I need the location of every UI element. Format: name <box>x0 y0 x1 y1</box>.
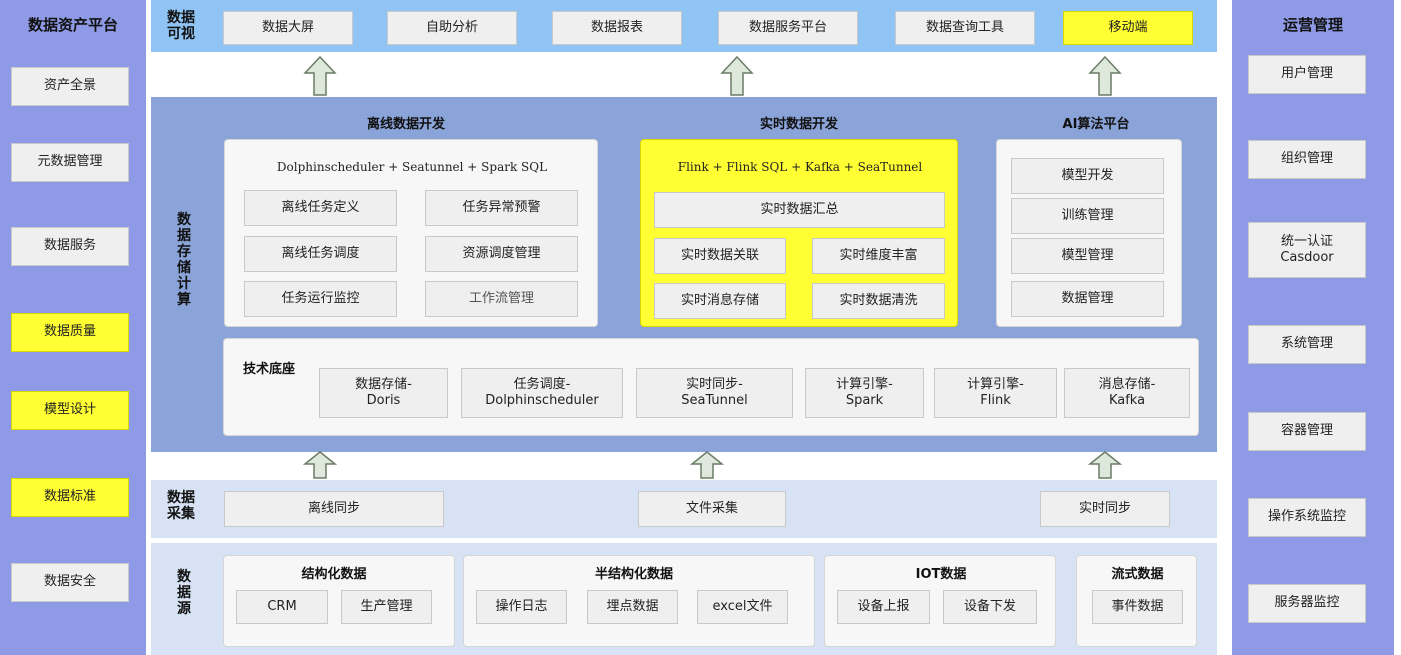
source-item-excel[interactable]: excel文件 <box>697 590 788 624</box>
source-label: 数 据 源 <box>177 569 191 618</box>
source-group-title: 半结构化数据 <box>594 567 673 582</box>
offline-stack: Dolphinscheduler + Seatunnel + Spark SQL <box>276 160 548 174</box>
base-item-spark[interactable]: 计算引擎- Spark <box>805 368 924 418</box>
left-item-data-security[interactable]: 数据安全 <box>11 563 129 602</box>
realtime-item-summary[interactable]: 实时数据汇总 <box>654 192 945 228</box>
realtime-item-clean[interactable]: 实时数据清洗 <box>812 283 945 319</box>
ai-item-model-dev[interactable]: 模型开发 <box>1011 158 1164 194</box>
source-item-device-dispatch[interactable]: 设备下发 <box>943 590 1037 624</box>
arrow-up-icon <box>690 451 724 479</box>
arrow-up-icon <box>303 451 337 479</box>
realtime-panel: Flink + Flink SQL + Kafka + SeaTunnel 实时… <box>640 139 958 327</box>
tech-base-title: 技术底座 <box>242 362 295 377</box>
source-item-oplog[interactable]: 操作日志 <box>476 590 567 624</box>
right-item-os-monitor[interactable]: 操作系统监控 <box>1248 498 1366 537</box>
base-item-kafka[interactable]: 消息存储- Kafka <box>1064 368 1190 418</box>
base-item-flink[interactable]: 计算引擎- Flink <box>934 368 1057 418</box>
collect-label: 数据 采集 <box>167 490 195 523</box>
storage-label: 数 据 存 储 计 算 <box>177 212 191 309</box>
realtime-stack: Flink + Flink SQL + Kafka + SeaTunnel <box>677 160 923 174</box>
arrow-up-icon <box>720 55 754 96</box>
source-group-title: 结构化数据 <box>301 567 367 582</box>
source-group-stream: 流式数据 事件数据 <box>1076 555 1197 647</box>
right-panel: 运营管理 用户管理 组织管理 统一认证 Casdoor 系统管理 容器管理 操作… <box>1232 0 1394 655</box>
source-group-semistructured: 半结构化数据 操作日志 埋点数据 excel文件 <box>463 555 815 647</box>
source-item-production[interactable]: 生产管理 <box>341 590 432 624</box>
ai-item-model-mgmt[interactable]: 模型管理 <box>1011 238 1164 274</box>
ai-panel: 模型开发 训练管理 模型管理 数据管理 <box>996 139 1182 327</box>
offline-title: 离线数据开发 <box>366 117 445 132</box>
offline-item-task-define[interactable]: 离线任务定义 <box>244 190 397 226</box>
collect-item-file-collect[interactable]: 文件采集 <box>638 491 786 527</box>
arrow-up-icon <box>1088 451 1122 479</box>
viz-band: 数据 可视 数据大屏 自助分析 数据报表 数据服务平台 数据查询工具 移动端 <box>151 0 1217 52</box>
viz-item-mobile[interactable]: 移动端 <box>1063 11 1193 45</box>
source-group-title: IOT数据 <box>915 567 967 582</box>
right-item-user-mgmt[interactable]: 用户管理 <box>1248 55 1366 94</box>
source-item-event[interactable]: 事件数据 <box>1092 590 1183 624</box>
ai-title: AI算法平台 <box>1062 117 1130 132</box>
left-item-data-standard[interactable]: 数据标准 <box>11 478 129 517</box>
source-group-structured: 结构化数据 CRM 生产管理 <box>223 555 455 647</box>
source-item-device-report[interactable]: 设备上报 <box>837 590 930 624</box>
right-item-container-mgmt[interactable]: 容器管理 <box>1248 412 1366 451</box>
base-item-doris[interactable]: 数据存储- Doris <box>319 368 448 418</box>
base-item-dolphinscheduler[interactable]: 任务调度- Dolphinscheduler <box>461 368 623 418</box>
viz-item-service-platform[interactable]: 数据服务平台 <box>718 11 858 45</box>
left-item-asset-overview[interactable]: 资产全景 <box>11 67 129 106</box>
realtime-item-join[interactable]: 实时数据关联 <box>654 238 786 274</box>
tech-base-panel: 技术底座 数据存储- Doris 任务调度- Dolphinscheduler … <box>223 338 1199 436</box>
ai-item-training[interactable]: 训练管理 <box>1011 198 1164 234</box>
right-item-server-monitor[interactable]: 服务器监控 <box>1248 584 1366 623</box>
offline-panel: Dolphinscheduler + Seatunnel + Spark SQL… <box>224 139 598 327</box>
left-panel: 数据资产平台 资产全景 元数据管理 数据服务 数据质量 模型设计 数据标准 数据… <box>0 0 146 655</box>
right-item-org-mgmt[interactable]: 组织管理 <box>1248 140 1366 179</box>
offline-item-task-schedule[interactable]: 离线任务调度 <box>244 236 397 272</box>
right-item-system-mgmt[interactable]: 系统管理 <box>1248 325 1366 364</box>
source-band: 数 据 源 结构化数据 CRM 生产管理 半结构化数据 操作日志 埋点数据 ex… <box>151 543 1217 655</box>
source-group-title: 流式数据 <box>1111 567 1164 582</box>
realtime-title: 实时数据开发 <box>759 117 838 132</box>
arrow-up-icon <box>303 55 337 96</box>
offline-item-workflow[interactable]: 工作流管理 <box>425 281 578 317</box>
left-item-model-design[interactable]: 模型设计 <box>11 391 129 430</box>
arrow-up-icon <box>1088 55 1122 96</box>
viz-label: 数据 可视 <box>167 10 195 43</box>
left-item-data-quality[interactable]: 数据质量 <box>11 313 129 352</box>
viz-item-self-analysis[interactable]: 自助分析 <box>387 11 517 45</box>
viz-item-bigscreen[interactable]: 数据大屏 <box>223 11 353 45</box>
realtime-item-dimension[interactable]: 实时维度丰富 <box>812 238 945 274</box>
collect-item-realtime-sync[interactable]: 实时同步 <box>1040 491 1170 527</box>
right-panel-title: 运营管理 <box>1282 16 1343 34</box>
ai-item-data-mgmt[interactable]: 数据管理 <box>1011 281 1164 317</box>
realtime-item-msg-store[interactable]: 实时消息存储 <box>654 283 786 319</box>
left-item-metadata[interactable]: 元数据管理 <box>11 143 129 182</box>
offline-item-resource-schedule[interactable]: 资源调度管理 <box>425 236 578 272</box>
left-item-data-service[interactable]: 数据服务 <box>11 227 129 266</box>
offline-item-task-alert[interactable]: 任务异常预警 <box>425 190 578 226</box>
base-item-seatunnel[interactable]: 实时同步- SeaTunnel <box>636 368 793 418</box>
viz-item-report[interactable]: 数据报表 <box>552 11 682 45</box>
right-item-casdoor[interactable]: 统一认证 Casdoor <box>1248 222 1366 278</box>
source-item-crm[interactable]: CRM <box>236 590 328 624</box>
collect-item-offline-sync[interactable]: 离线同步 <box>224 491 444 527</box>
offline-item-task-monitor[interactable]: 任务运行监控 <box>244 281 397 317</box>
source-group-iot: IOT数据 设备上报 设备下发 <box>824 555 1056 647</box>
collect-band: 数据 采集 离线同步 文件采集 实时同步 <box>151 480 1217 538</box>
source-item-tracking[interactable]: 埋点数据 <box>587 590 678 624</box>
viz-item-query-tool[interactable]: 数据查询工具 <box>895 11 1035 45</box>
left-panel-title: 数据资产平台 <box>27 16 118 34</box>
storage-band: 数 据 存 储 计 算 离线数据开发 Dolphinscheduler + Se… <box>151 97 1217 452</box>
